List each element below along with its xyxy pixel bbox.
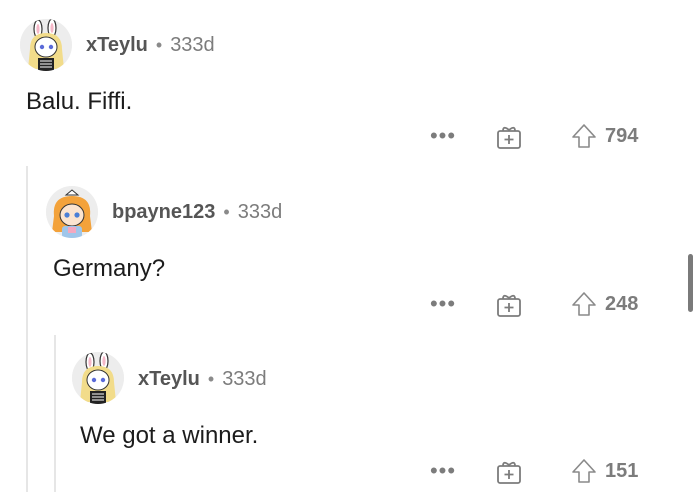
orange-hair-girl-avatar-icon — [46, 186, 98, 238]
comment-age: 333d — [237, 200, 283, 223]
gift-award-icon — [497, 461, 521, 484]
vote-score: 794 — [605, 124, 639, 147]
bunny-girl-avatar-icon — [72, 352, 124, 404]
comment-thread: xTeylu • 333d Balu. Fiffi. ••• 794 bpayn… — [0, 0, 700, 492]
thread-line-level-1[interactable] — [26, 166, 28, 492]
comment-age: 333d — [222, 367, 267, 390]
bunny-girl-avatar-icon — [20, 19, 72, 71]
upvote-button[interactable] — [571, 457, 597, 485]
author-name[interactable]: xTeylu — [86, 34, 148, 57]
comment-body: Balu. Fiffi. — [26, 88, 133, 115]
upvote-arrow-icon — [572, 292, 596, 316]
author-name[interactable]: bpayne123 — [112, 201, 215, 224]
thread-line-level-2[interactable] — [54, 335, 56, 492]
comment-meta: xTeylu • 333d — [138, 366, 267, 392]
comment-age: 333d — [170, 33, 215, 56]
upvote-button[interactable] — [571, 290, 597, 318]
more-options-button[interactable]: ••• — [430, 459, 455, 483]
scrollbar-thumb[interactable] — [688, 254, 693, 312]
comment-actions: ••• 151 — [430, 456, 639, 486]
comment-actions: ••• 794 — [430, 121, 639, 151]
comment-meta: bpayne123 • 333d — [112, 199, 282, 225]
comment-body: Germany? — [53, 255, 166, 282]
vote-score: 151 — [605, 459, 639, 482]
user-avatar[interactable] — [46, 186, 98, 238]
more-options-button[interactable]: ••• — [430, 292, 455, 316]
award-button[interactable] — [495, 122, 523, 150]
more-options-button[interactable]: ••• — [430, 124, 455, 148]
comment-actions: ••• 248 — [430, 289, 639, 319]
meta-separator: • — [207, 368, 215, 389]
upvote-arrow-icon — [572, 459, 596, 483]
meta-separator: • — [155, 34, 163, 55]
award-button[interactable] — [495, 457, 523, 485]
upvote-button[interactable] — [571, 122, 597, 150]
author-name[interactable]: xTeylu — [138, 368, 200, 391]
gift-award-icon — [497, 126, 521, 149]
user-avatar[interactable] — [20, 19, 72, 71]
upvote-arrow-icon — [572, 124, 596, 148]
award-button[interactable] — [495, 290, 523, 318]
gift-award-icon — [497, 294, 521, 317]
vote-score: 248 — [605, 292, 639, 315]
meta-separator: • — [223, 201, 230, 222]
user-avatar[interactable] — [72, 352, 124, 404]
comment-body: We got a winner. — [80, 422, 259, 449]
comment-meta: xTeylu • 333d — [86, 32, 215, 58]
